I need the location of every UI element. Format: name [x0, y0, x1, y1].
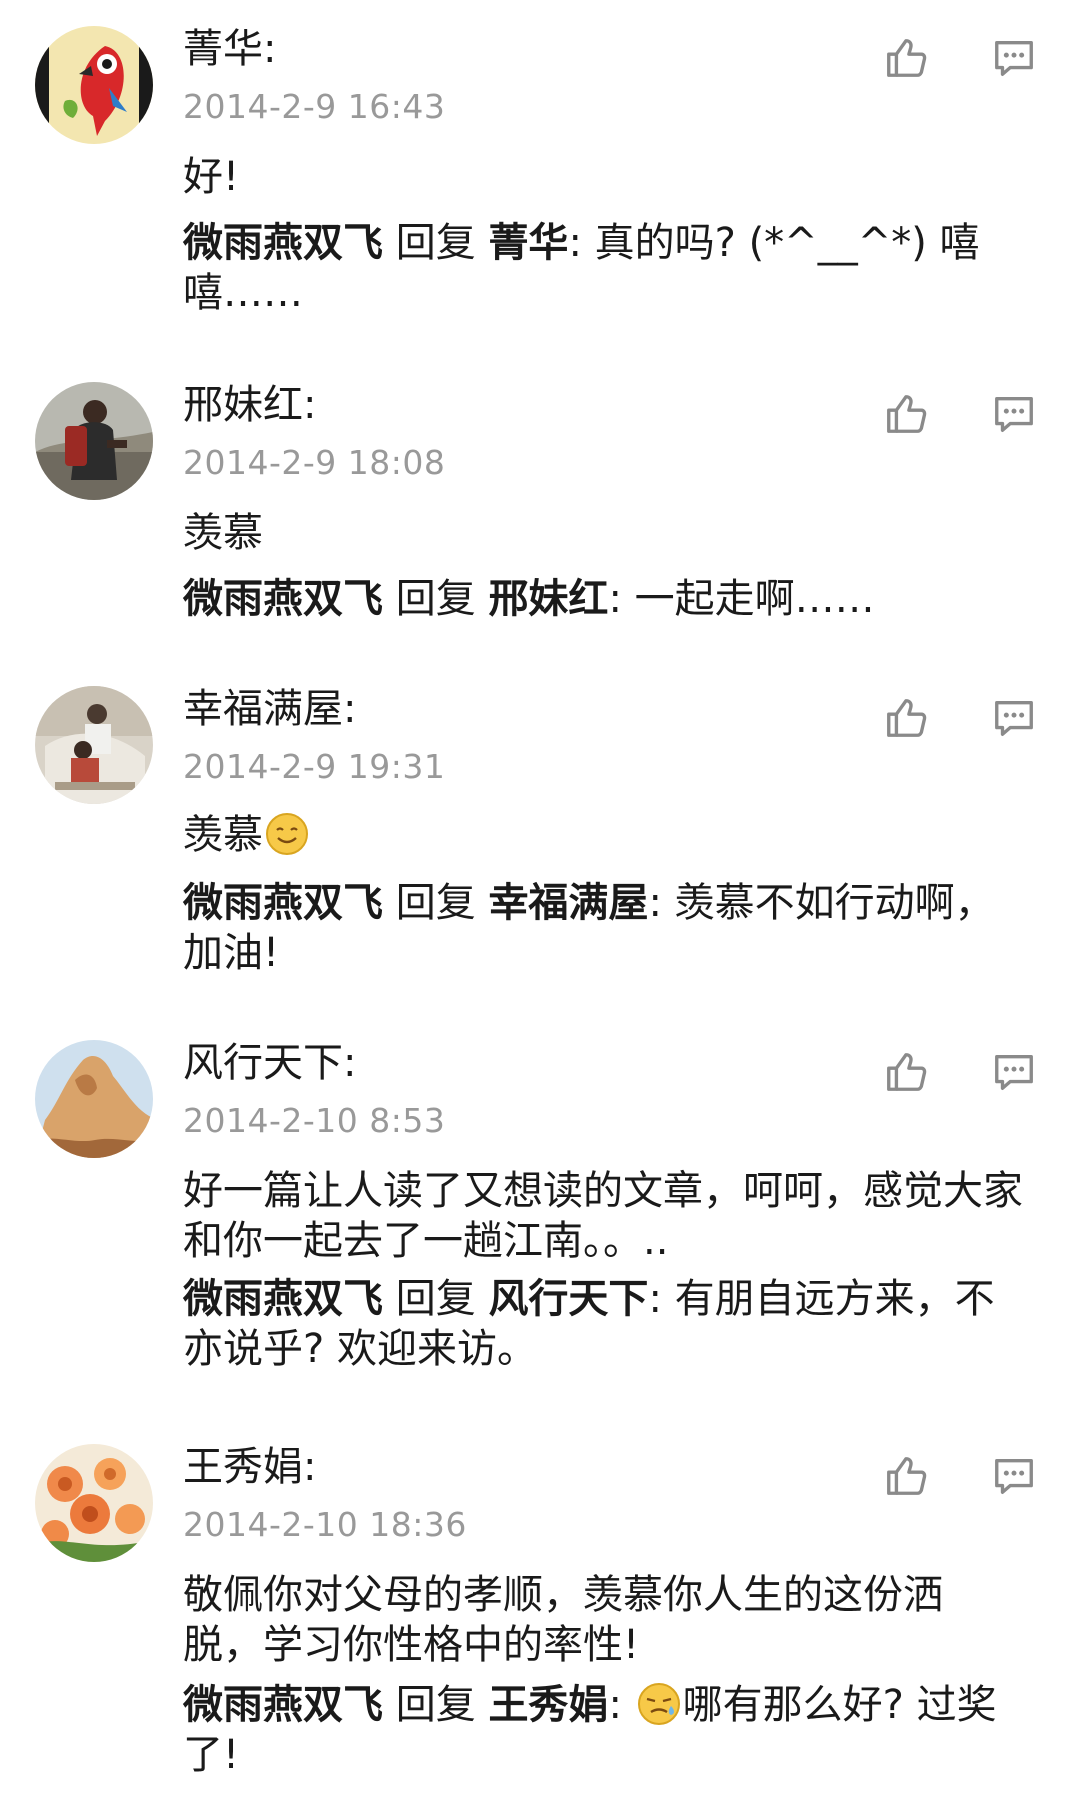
- reply-verb: 回复: [383, 1276, 489, 1322]
- comment-text: 好一篇让人读了又想读的文章，呵呵，感觉大家和你一起去了一趟江南。。..: [183, 1168, 1023, 1264]
- family-avatar[interactable]: [35, 686, 153, 804]
- reply-author[interactable]: 微雨燕双飞: [183, 576, 383, 622]
- author-reply: 微雨燕双飞 回复 邢妹红: 一起走啊……: [183, 574, 1018, 624]
- reply-target[interactable]: 菁华: [488, 220, 568, 266]
- comment-icon: [995, 1458, 1033, 1494]
- comment-item: 王秀娟: 2014-2-10 18:36 敬佩你对父母的孝顺，羡慕你人生的这份洒…: [0, 1418, 1080, 1810]
- reply-target[interactable]: 幸福满屋: [488, 880, 648, 926]
- commenter-name[interactable]: 风行天下:: [183, 1038, 356, 1088]
- comment-item: 菁华: 2014-2-9 16:43 好! 微雨燕双飞 回复 菁华: 真的吗? …: [0, 0, 1080, 316]
- like-button[interactable]: [878, 30, 934, 86]
- comment-text: 敬佩你对父母的孝顺，羡慕你人生的这份洒脱，学习你性格中的率性!: [183, 1572, 943, 1668]
- comment-text-content: 羡慕: [183, 812, 263, 858]
- reply-button[interactable]: [986, 690, 1042, 746]
- thumbs-up-icon: [887, 1053, 927, 1091]
- comment-item: 幸福满屋: 2014-2-9 19:31 羡慕 微雨燕双飞 回复 幸福满屋: 羡…: [0, 660, 1080, 980]
- reply-author[interactable]: 微雨燕双飞: [183, 1276, 383, 1322]
- reply-text: : 一起走啊……: [608, 576, 875, 622]
- reply-verb: 回复: [383, 576, 489, 622]
- commenter-name[interactable]: 菁华:: [183, 24, 276, 74]
- comment-text: 羡慕: [183, 510, 263, 556]
- parrot-avatar[interactable]: [35, 26, 153, 144]
- author-reply: 微雨燕双飞 回复 菁华: 真的吗? (*^__^*) 嘻嘻……: [183, 218, 1018, 318]
- comment-icon: [995, 40, 1033, 76]
- reply-author[interactable]: 微雨燕双飞: [183, 880, 383, 926]
- commenter-name[interactable]: 邢妹红:: [183, 380, 316, 430]
- hiker-avatar[interactable]: [35, 382, 153, 500]
- thumbs-up-icon: [887, 39, 927, 77]
- comment-timestamp: 2014-2-9 18:08: [183, 443, 446, 482]
- comment-text: 好!: [183, 154, 240, 200]
- comment-item: 邢妹红: 2014-2-9 18:08 羡慕 微雨燕双飞 回复 邢妹红: 一起走…: [0, 356, 1080, 636]
- comment-icon: [995, 700, 1033, 736]
- reply-author[interactable]: 微雨燕双飞: [183, 1682, 383, 1728]
- mountain-avatar[interactable]: [35, 1040, 153, 1158]
- reply-target[interactable]: 风行天下: [488, 1276, 648, 1322]
- comment-timestamp: 2014-2-9 19:31: [183, 747, 446, 786]
- like-button[interactable]: [878, 1448, 934, 1504]
- comment-timestamp: 2014-2-10 8:53: [183, 1101, 446, 1140]
- commenter-name[interactable]: 王秀娟:: [183, 1442, 316, 1492]
- author-reply: 微雨燕双飞 回复 王秀娟: 哪有那么好? 过奖了!: [183, 1680, 1018, 1780]
- flowers-avatar[interactable]: [35, 1444, 153, 1562]
- reply-target[interactable]: 王秀娟: [488, 1682, 608, 1728]
- reply-colon: :: [608, 1682, 635, 1728]
- comment-timestamp: 2014-2-10 18:36: [183, 1505, 467, 1544]
- thumbs-up-icon: [887, 1457, 927, 1495]
- reply-author[interactable]: 微雨燕双飞: [183, 220, 383, 266]
- comment-item: 风行天下: 2014-2-10 8:53 好一篇让人读了又想读的文章，呵呵，感觉…: [0, 1014, 1080, 1394]
- reply-verb: 回复: [383, 880, 489, 926]
- thumbs-up-icon: [887, 699, 927, 737]
- reply-verb: 回复: [383, 220, 489, 266]
- reply-target[interactable]: 邢妹红: [488, 576, 608, 622]
- thumbs-up-icon: [887, 395, 927, 433]
- comment-icon: [995, 1054, 1033, 1090]
- like-button[interactable]: [878, 386, 934, 442]
- like-button[interactable]: [878, 1044, 934, 1100]
- author-reply: 微雨燕双飞 回复 风行天下: 有朋自远方来，不亦说乎? 欢迎来访。: [183, 1274, 1018, 1374]
- author-reply: 微雨燕双飞 回复 幸福满屋: 羡慕不如行动啊，加油!: [183, 878, 1018, 978]
- embarrassed-emoji: [637, 1683, 680, 1725]
- like-button[interactable]: [878, 690, 934, 746]
- comment-timestamp: 2014-2-9 16:43: [183, 87, 446, 126]
- smile-emoji: [266, 813, 308, 855]
- reply-button[interactable]: [986, 1448, 1042, 1504]
- comment-text: 羡慕: [183, 810, 1048, 860]
- reply-button[interactable]: [986, 386, 1042, 442]
- commenter-name[interactable]: 幸福满屋:: [183, 684, 356, 734]
- comment-icon: [995, 396, 1033, 432]
- reply-verb: 回复: [383, 1682, 489, 1728]
- reply-button[interactable]: [986, 30, 1042, 86]
- reply-button[interactable]: [986, 1044, 1042, 1100]
